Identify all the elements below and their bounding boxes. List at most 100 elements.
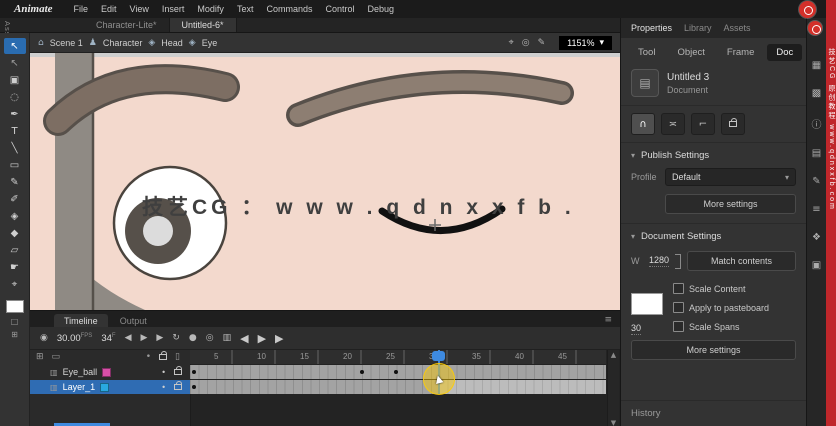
selection-tool[interactable]: ↖ [3, 38, 26, 54]
frames-row-eye-ball[interactable] [190, 365, 606, 379]
document-settings-header[interactable]: ▾ Document Settings [621, 223, 806, 249]
snap-magnet-button[interactable]: ∩ [631, 113, 655, 135]
fill-color-swatch[interactable] [5, 300, 24, 313]
paint-bucket-tool[interactable]: ◈ [4, 208, 26, 224]
pencil-tool[interactable]: ✎ [4, 174, 26, 190]
menu-text[interactable]: Text [237, 4, 254, 14]
edit-multiple-frames-button[interactable]: ▥ [223, 333, 232, 343]
tab-assets[interactable]: Assets [724, 23, 751, 33]
center-stage-icon[interactable]: ⌖ [509, 38, 514, 48]
play-button[interactable]: ▶ [140, 333, 147, 343]
brush-tool[interactable]: ✐ [4, 191, 26, 207]
panel-menu-icon[interactable]: ≡ [604, 315, 612, 327]
eraser-tool[interactable]: ▱ [4, 242, 26, 258]
layer-lock-toggle[interactable] [174, 366, 182, 375]
menu-modify[interactable]: Modify [197, 4, 224, 14]
align-panel-icon[interactable]: ▦ [812, 60, 821, 71]
zoom-tool[interactable]: ⌖ [4, 276, 26, 292]
menu-view[interactable]: View [130, 4, 149, 14]
menu-debug[interactable]: Debug [367, 4, 394, 14]
history-panel-header[interactable]: History [621, 400, 806, 426]
checkbox-box[interactable] [673, 283, 684, 294]
pen-tool[interactable]: ✒ [4, 106, 26, 122]
doc-tab-character-lite[interactable]: Character-Lite* [84, 18, 170, 32]
play-large-button[interactable]: ▶ [258, 332, 266, 345]
tab-object[interactable]: Object [668, 44, 713, 61]
layer-row-layer-1[interactable]: ▥ Layer_1 • [30, 380, 190, 394]
subselection-tool[interactable]: ↖ [4, 55, 26, 71]
zoom-level-select[interactable]: 1151% ▾ [559, 35, 612, 50]
lock-button[interactable] [721, 113, 745, 135]
frame-ruler[interactable]: 5 10 15 20 25 30 35 40 45 [190, 350, 606, 364]
stage-width-input[interactable]: 1280 [649, 255, 670, 267]
onion-skin-button[interactable]: ● [189, 333, 197, 343]
library-panel-icon[interactable]: ▣ [812, 260, 821, 271]
breadcrumb-scene[interactable]: Scene 1 [50, 38, 83, 48]
snap-align-button[interactable]: ≍ [661, 113, 685, 135]
brush-panel-icon[interactable]: ✎ [812, 176, 820, 187]
menu-panel-icon[interactable]: ≡ [812, 204, 820, 215]
scroll-up-icon[interactable]: ▲ [611, 351, 616, 359]
frames-row-layer-1[interactable] [190, 380, 606, 394]
onion-outline-button[interactable]: ◎ [206, 333, 214, 343]
toolbar-options-icon[interactable]: ⊞ [11, 330, 18, 339]
info-panel-icon[interactable]: ⓘ [812, 116, 822, 131]
doc-more-settings-button[interactable]: More settings [631, 340, 796, 360]
layer-color-chip[interactable] [102, 367, 112, 377]
tab-timeline[interactable]: Timeline [54, 314, 108, 327]
publish-settings-header[interactable]: ▾ Publish Settings [621, 142, 806, 168]
doc-tab-untitled-6[interactable]: Untitled-6* [169, 18, 237, 32]
eyedropper-tool[interactable]: ◆ [4, 225, 26, 241]
menu-commands[interactable]: Commands [266, 4, 312, 14]
menu-insert[interactable]: Insert [162, 4, 185, 14]
breadcrumb-character[interactable]: Character [103, 38, 143, 48]
tab-doc[interactable]: Doc [767, 44, 803, 61]
layer-name[interactable]: Layer_1 [63, 382, 96, 392]
breadcrumb-head[interactable]: Head [161, 38, 183, 48]
add-folder-icon[interactable]: ▭ [52, 352, 61, 362]
add-layer-icon[interactable]: ⊞ [36, 352, 44, 362]
fps-input[interactable]: 30 [631, 323, 642, 335]
free-transform-tool[interactable]: ▣ [4, 72, 26, 88]
checkbox-box[interactable] [673, 321, 684, 332]
playhead-handle[interactable] [432, 351, 445, 361]
current-frame-input[interactable]: 34F [101, 333, 115, 344]
camera-icon[interactable]: ◎ [522, 38, 530, 48]
breadcrumb-eye[interactable]: Eye [202, 38, 218, 48]
profile-select[interactable]: Default ▾ [665, 168, 796, 186]
show-hide-column-icon[interactable]: • [146, 352, 151, 362]
color-panel-icon[interactable]: ▩ [812, 88, 821, 99]
next-keyframe-button[interactable]: ▶ [275, 332, 283, 345]
step-back-button[interactable]: ◀ [125, 333, 132, 343]
swatches-panel-icon[interactable]: ▤ [812, 148, 821, 159]
rectangle-tool[interactable]: ▭ [4, 157, 26, 173]
camera-icon[interactable]: ◉ [40, 333, 48, 343]
match-contents-button[interactable]: Match contents [687, 251, 796, 271]
stage-color-swatch[interactable] [631, 293, 663, 315]
lasso-tool[interactable]: ◌ [4, 89, 26, 105]
layer-row-eye-ball[interactable]: ▥ Eye_ball • [30, 365, 190, 379]
menu-edit[interactable]: Edit [101, 4, 117, 14]
timeline-vertical-scrollbar[interactable]: ▲ ▼ [607, 350, 619, 426]
menu-control[interactable]: Control [325, 4, 354, 14]
line-tool[interactable]: ╲ [4, 140, 26, 156]
layer-visibility-toggle[interactable]: • [161, 383, 166, 392]
layer-lock-toggle[interactable] [174, 381, 182, 390]
lock-column-icon[interactable] [159, 351, 168, 360]
hand-tool[interactable]: ☛ [4, 259, 26, 275]
checkbox-scale-content[interactable]: Scale Content [673, 279, 769, 298]
tab-properties[interactable]: Properties [631, 23, 672, 33]
stroke-color-icon[interactable]: □ [11, 317, 19, 326]
checkbox-scale-spans[interactable]: Scale Spans [673, 317, 769, 336]
tab-output[interactable]: Output [110, 314, 157, 327]
layer-name[interactable]: Eye_ball [63, 367, 98, 377]
layer-color-chip[interactable] [100, 382, 110, 392]
tab-tool[interactable]: Tool [629, 44, 664, 61]
snap-grid-button[interactable]: ⌐ [691, 113, 715, 135]
publish-more-settings-button[interactable]: More settings [665, 194, 796, 214]
text-tool[interactable]: T [4, 123, 26, 139]
edit-symbols-icon[interactable]: ✎ [538, 38, 546, 48]
stage-canvas[interactable]: 技艺CG ： w w w . q d n x x f b . [30, 53, 620, 310]
tab-library[interactable]: Library [684, 23, 712, 33]
menu-file[interactable]: File [74, 4, 89, 14]
